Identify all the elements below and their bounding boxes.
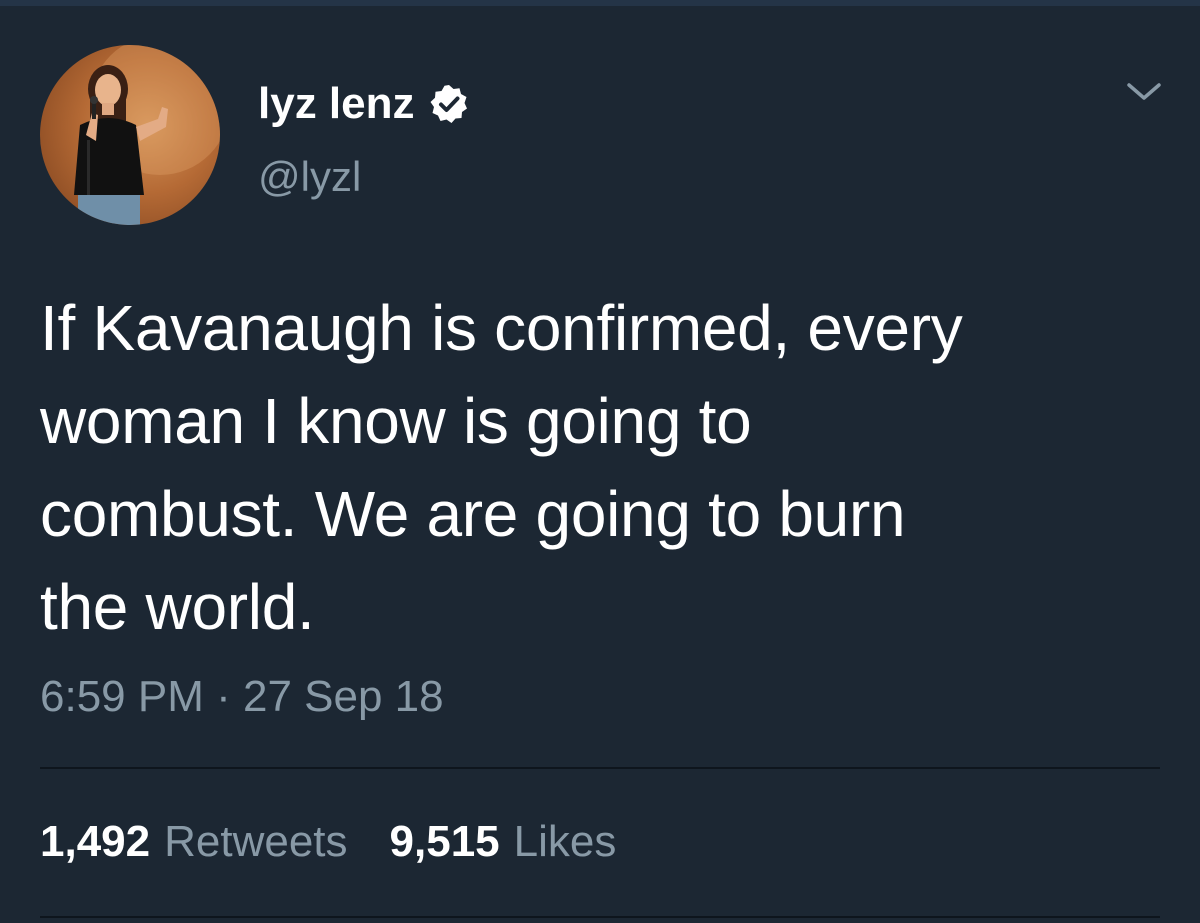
divider bbox=[40, 767, 1160, 769]
timestamp[interactable]: 6:59 PM · 27 Sep 18 bbox=[40, 670, 444, 724]
tweet-text-line: the world. bbox=[40, 571, 315, 643]
chevron-down-icon[interactable] bbox=[1124, 80, 1164, 104]
author-name[interactable]: lyz lenz bbox=[258, 78, 415, 130]
tweet-text-line: woman I know is going to bbox=[40, 385, 752, 457]
retweets-label: Retweets bbox=[164, 817, 348, 866]
likes-label: Likes bbox=[513, 817, 617, 866]
tweet-card: lyz lenz @lyzl If Kavanaugh is confirmed… bbox=[0, 0, 1200, 923]
avatar[interactable] bbox=[40, 45, 220, 225]
timestamp-separator: · bbox=[216, 672, 231, 721]
likes-count: 9,515 bbox=[389, 817, 500, 866]
retweets-count: 1,492 bbox=[40, 817, 151, 866]
tweet-text-line: If Kavanaugh is confirmed, every bbox=[40, 292, 963, 364]
retweets-stat[interactable]: 1,492 Retweets bbox=[40, 815, 348, 869]
engagement-stats: 1,492 Retweets 9,515 Likes bbox=[40, 815, 658, 869]
author-handle[interactable]: @lyzl bbox=[258, 152, 361, 202]
avatar-image bbox=[74, 45, 220, 225]
tweet-date: 27 Sep 18 bbox=[243, 672, 444, 721]
tweet-time: 6:59 PM bbox=[40, 672, 204, 721]
verified-badge-icon bbox=[429, 84, 469, 124]
author-name-row[interactable]: lyz lenz bbox=[258, 78, 469, 130]
tweet-text: If Kavanaugh is confirmed, every woman I… bbox=[40, 282, 1150, 654]
likes-stat[interactable]: 9,515 Likes bbox=[390, 815, 617, 869]
divider bbox=[40, 916, 1160, 918]
tweet-text-line: combust. We are going to burn bbox=[40, 478, 906, 550]
